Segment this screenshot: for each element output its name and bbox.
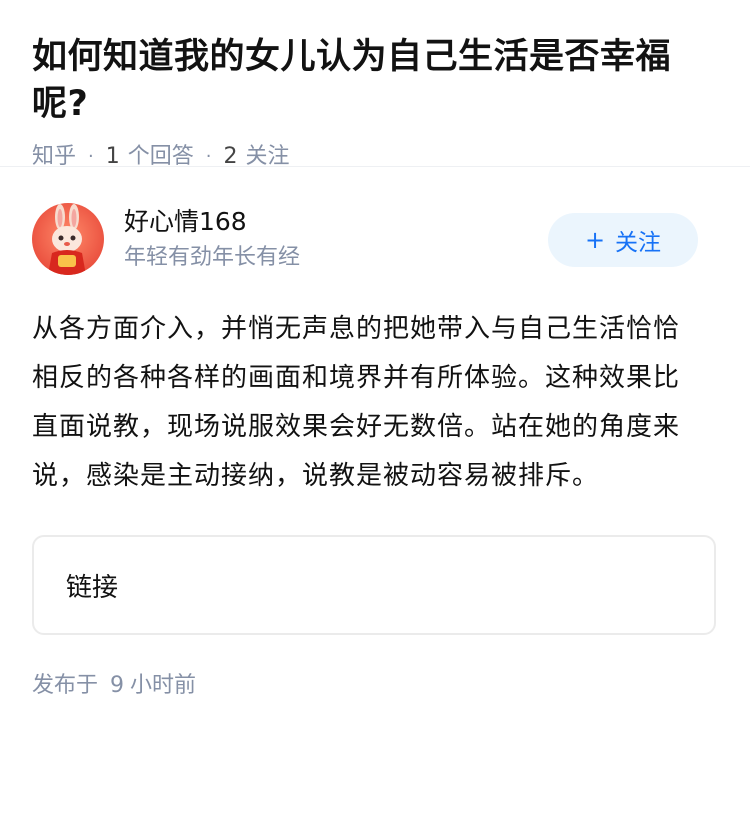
- meta-separator: ·: [88, 146, 94, 167]
- publish-time-unit: 小时前: [130, 673, 197, 698]
- answer-content: 从各方面介入，并悄无声息的把她带入与自己生活恰恰相反的各种各样的画面和境界并有所…: [32, 314, 681, 491]
- question-title[interactable]: 如何知道我的女儿认为自己生活是否幸福呢?: [32, 34, 718, 128]
- follow-button[interactable]: + 关注: [548, 213, 698, 267]
- publish-time-value: 9: [110, 673, 125, 698]
- follow-button-label: 关注: [615, 230, 662, 256]
- author-bio: 年轻有劲年长有经: [124, 245, 301, 270]
- author-info: 好心情168 年轻有劲年长有经: [124, 205, 300, 273]
- answer-count: 1: [105, 144, 120, 169]
- link-card-label: 链接: [66, 572, 119, 603]
- answer-count-label: 个回答: [127, 144, 194, 169]
- meta-separator: ·: [205, 146, 212, 167]
- question-header: 如何知道我的女儿认为自己生活是否幸福呢? 知乎 · 1 个回答 · 2 关注: [0, 0, 750, 169]
- rabbit-avatar-icon[interactable]: [32, 203, 104, 275]
- answer-card: 好心情168 年轻有劲年长有经 + 关注 从各方面介入，并悄无声息的把她带入与自…: [0, 167, 750, 701]
- source-label[interactable]: 知乎: [32, 142, 76, 172]
- publish-info: 发布于 9 小时前: [32, 671, 718, 701]
- follow-count: 2: [223, 144, 238, 169]
- author-row: 好心情168 年轻有劲年长有经 + 关注: [32, 201, 718, 277]
- link-card[interactable]: 链接: [32, 535, 716, 635]
- follow-count-label: 关注: [245, 144, 290, 169]
- author-name[interactable]: 好心情168: [124, 205, 300, 239]
- plus-icon: +: [584, 226, 606, 254]
- publish-prefix: 发布于: [32, 673, 99, 698]
